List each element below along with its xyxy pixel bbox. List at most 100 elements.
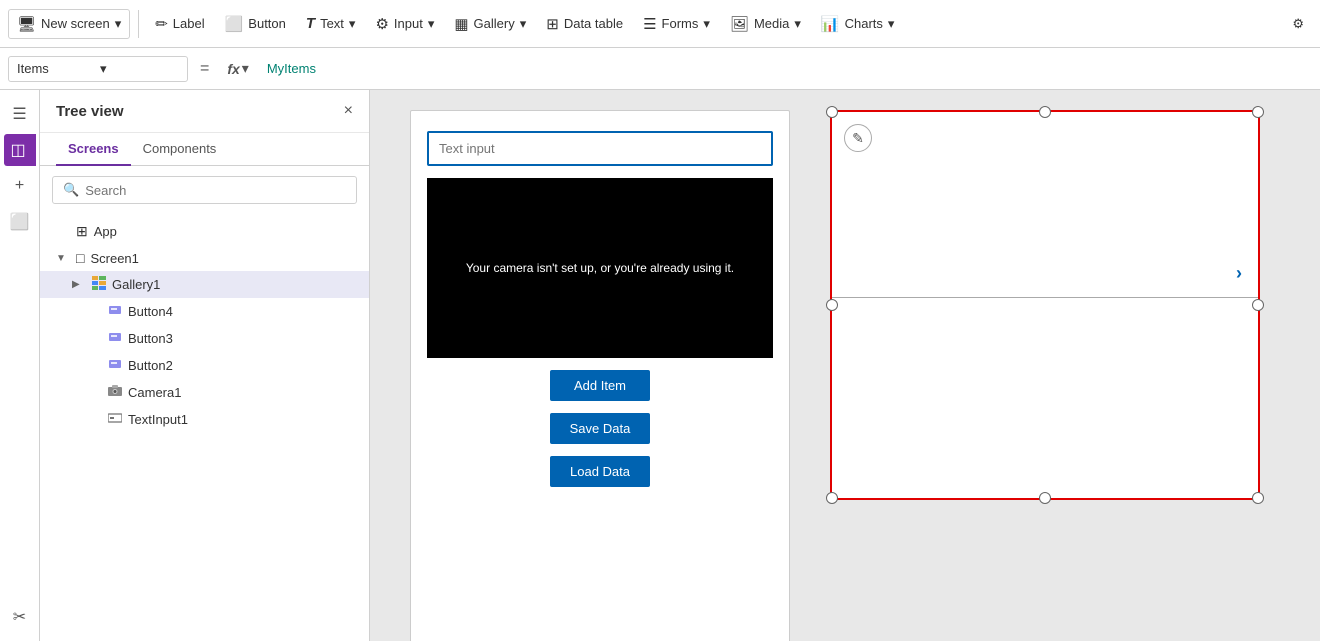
forms-button[interactable]: ☰ Forms ▾ bbox=[635, 10, 718, 38]
search-icon: 🔍 bbox=[63, 182, 79, 198]
charts-button[interactable]: 📊 Charts ▾ bbox=[813, 10, 903, 38]
chevron-down-icon: ▾ bbox=[115, 16, 122, 32]
camera-box: Your camera isn't set up, or you're alre… bbox=[427, 178, 773, 358]
handle-midright[interactable] bbox=[1252, 299, 1264, 311]
expand-icon: ▼ bbox=[56, 253, 70, 264]
hamburger-button[interactable]: ☰ bbox=[4, 98, 36, 130]
property-dropdown[interactable]: Items ▾ bbox=[8, 56, 188, 82]
forms-icon: ☰ bbox=[643, 15, 656, 33]
media-label: Media bbox=[754, 16, 789, 31]
toolbar-right: ⚙ bbox=[1284, 11, 1312, 37]
chevron-down-icon: ▾ bbox=[794, 16, 801, 32]
camera-icon bbox=[108, 384, 122, 401]
handle-topleft[interactable] bbox=[826, 106, 838, 118]
eq-symbol: = bbox=[196, 60, 213, 78]
load-data-button[interactable]: Load Data bbox=[550, 456, 650, 487]
tab-screens[interactable]: Screens bbox=[56, 133, 131, 166]
tree-search-box: 🔍 bbox=[52, 176, 357, 204]
item-label: Camera1 bbox=[128, 385, 353, 400]
button-icon bbox=[108, 330, 122, 347]
settings-button[interactable]: ⚙ bbox=[1284, 11, 1312, 37]
formula-bar: Items ▾ = fx ▾ MyItems bbox=[0, 48, 1320, 90]
tree-tabs: Screens Components bbox=[40, 133, 369, 166]
main-area: ☰ ◫ + ⬜ ✂ Tree view × Screens Components… bbox=[0, 90, 1320, 641]
text-icon: T bbox=[306, 15, 315, 32]
variables-button[interactable]: ✂ bbox=[4, 601, 36, 633]
chevron-down-icon: ▾ bbox=[520, 16, 527, 32]
screen-icon: □ bbox=[76, 250, 84, 266]
tree-item-textinput1[interactable]: TextInput1 bbox=[40, 406, 369, 433]
new-screen-label: New screen bbox=[41, 16, 110, 31]
item-label: Gallery1 bbox=[112, 277, 334, 292]
gallery-chevron[interactable]: › bbox=[1236, 263, 1242, 284]
tree-item-button4[interactable]: Button4 bbox=[40, 298, 369, 325]
search-input[interactable] bbox=[85, 183, 346, 198]
separator bbox=[138, 10, 139, 38]
textinput-icon bbox=[108, 411, 122, 428]
button-icon: ⬜ bbox=[225, 15, 244, 33]
close-button[interactable]: × bbox=[344, 102, 353, 120]
fx-label: fx bbox=[227, 61, 239, 77]
tree-item-button2[interactable]: Button2 bbox=[40, 352, 369, 379]
settings-icon: ⚙ bbox=[1292, 16, 1304, 32]
gallery-widget[interactable]: ✎ › bbox=[830, 110, 1260, 500]
add-button[interactable]: + bbox=[4, 170, 36, 202]
save-data-button[interactable]: Save Data bbox=[550, 413, 650, 444]
tree-items: ⊞ App ▼ □ Screen1 ▶ bbox=[40, 214, 369, 641]
formula-value[interactable]: MyItems bbox=[263, 57, 1312, 80]
charts-label: Charts bbox=[845, 16, 883, 31]
input-label: Input bbox=[394, 16, 423, 31]
tab-components[interactable]: Components bbox=[131, 133, 229, 166]
text-label: Text bbox=[320, 16, 344, 31]
layers-button[interactable]: ◫ bbox=[4, 134, 36, 166]
item-label: App bbox=[94, 224, 353, 239]
tree-item-gallery1[interactable]: ▶ Gallery1 ··· bbox=[40, 271, 369, 298]
handle-bottommid[interactable] bbox=[1039, 492, 1051, 504]
handle-midleft[interactable] bbox=[826, 299, 838, 311]
item-label: Button3 bbox=[128, 331, 353, 346]
datatable-icon: ⊞ bbox=[546, 15, 559, 33]
gallery-edit-button[interactable]: ✎ bbox=[844, 124, 872, 152]
chevron-down-icon: ▾ bbox=[242, 60, 249, 77]
tree-header: Tree view × bbox=[40, 90, 369, 133]
tree-item-screen1[interactable]: ▼ □ Screen1 bbox=[40, 245, 369, 271]
tree-item-app[interactable]: ⊞ App bbox=[40, 218, 369, 245]
toolbar: 🖥 New screen ▾ ✏ Label ⬜ Button T Text ▾… bbox=[0, 0, 1320, 48]
fx-button[interactable]: fx ▾ bbox=[221, 60, 254, 77]
text-input-field[interactable] bbox=[427, 131, 773, 166]
handle-bottomleft[interactable] bbox=[826, 492, 838, 504]
tree-item-button3[interactable]: Button3 bbox=[40, 325, 369, 352]
handle-bottomright[interactable] bbox=[1252, 492, 1264, 504]
camera-message: Your camera isn't set up, or you're alre… bbox=[446, 261, 754, 275]
gallery-label: Gallery bbox=[474, 16, 515, 31]
label-label: Label bbox=[173, 16, 205, 31]
tree-item-camera1[interactable]: Camera1 bbox=[40, 379, 369, 406]
button-label: Button bbox=[248, 16, 286, 31]
app-icon: ⊞ bbox=[76, 223, 88, 240]
chevron-down-icon: ▾ bbox=[100, 61, 179, 77]
chevron-down-icon: ▾ bbox=[428, 16, 435, 32]
item-label: Button2 bbox=[128, 358, 353, 373]
input-button[interactable]: ⚙ Input ▾ bbox=[367, 10, 442, 38]
phone-canvas: Your camera isn't set up, or you're alre… bbox=[410, 110, 790, 641]
handle-topright[interactable] bbox=[1252, 106, 1264, 118]
input-icon: ⚙ bbox=[375, 15, 388, 33]
tree-title: Tree view bbox=[56, 103, 124, 120]
components-button[interactable]: ⬜ bbox=[4, 206, 36, 238]
media-icon: 🖼 bbox=[730, 15, 749, 33]
add-item-button[interactable]: Add Item bbox=[550, 370, 650, 401]
item-label: Screen1 bbox=[90, 251, 353, 266]
label-button[interactable]: ✏ Label bbox=[147, 10, 212, 38]
charts-icon: 📊 bbox=[821, 15, 840, 33]
handle-topmid[interactable] bbox=[1039, 106, 1051, 118]
chevron-down-icon: ▾ bbox=[888, 16, 895, 32]
gallery-button[interactable]: ▦ Gallery ▾ bbox=[446, 10, 534, 38]
media-button[interactable]: 🖼 Media ▾ bbox=[722, 10, 809, 38]
text-button[interactable]: T Text ▾ bbox=[298, 10, 364, 37]
button-button[interactable]: ⬜ Button bbox=[217, 10, 294, 38]
chevron-down-icon: ▾ bbox=[703, 16, 710, 32]
forms-label: Forms bbox=[662, 16, 699, 31]
new-screen-icon: 🖥 bbox=[17, 15, 36, 33]
new-screen-button[interactable]: 🖥 New screen ▾ bbox=[8, 9, 130, 39]
datatable-button[interactable]: ⊞ Data table bbox=[538, 10, 631, 38]
